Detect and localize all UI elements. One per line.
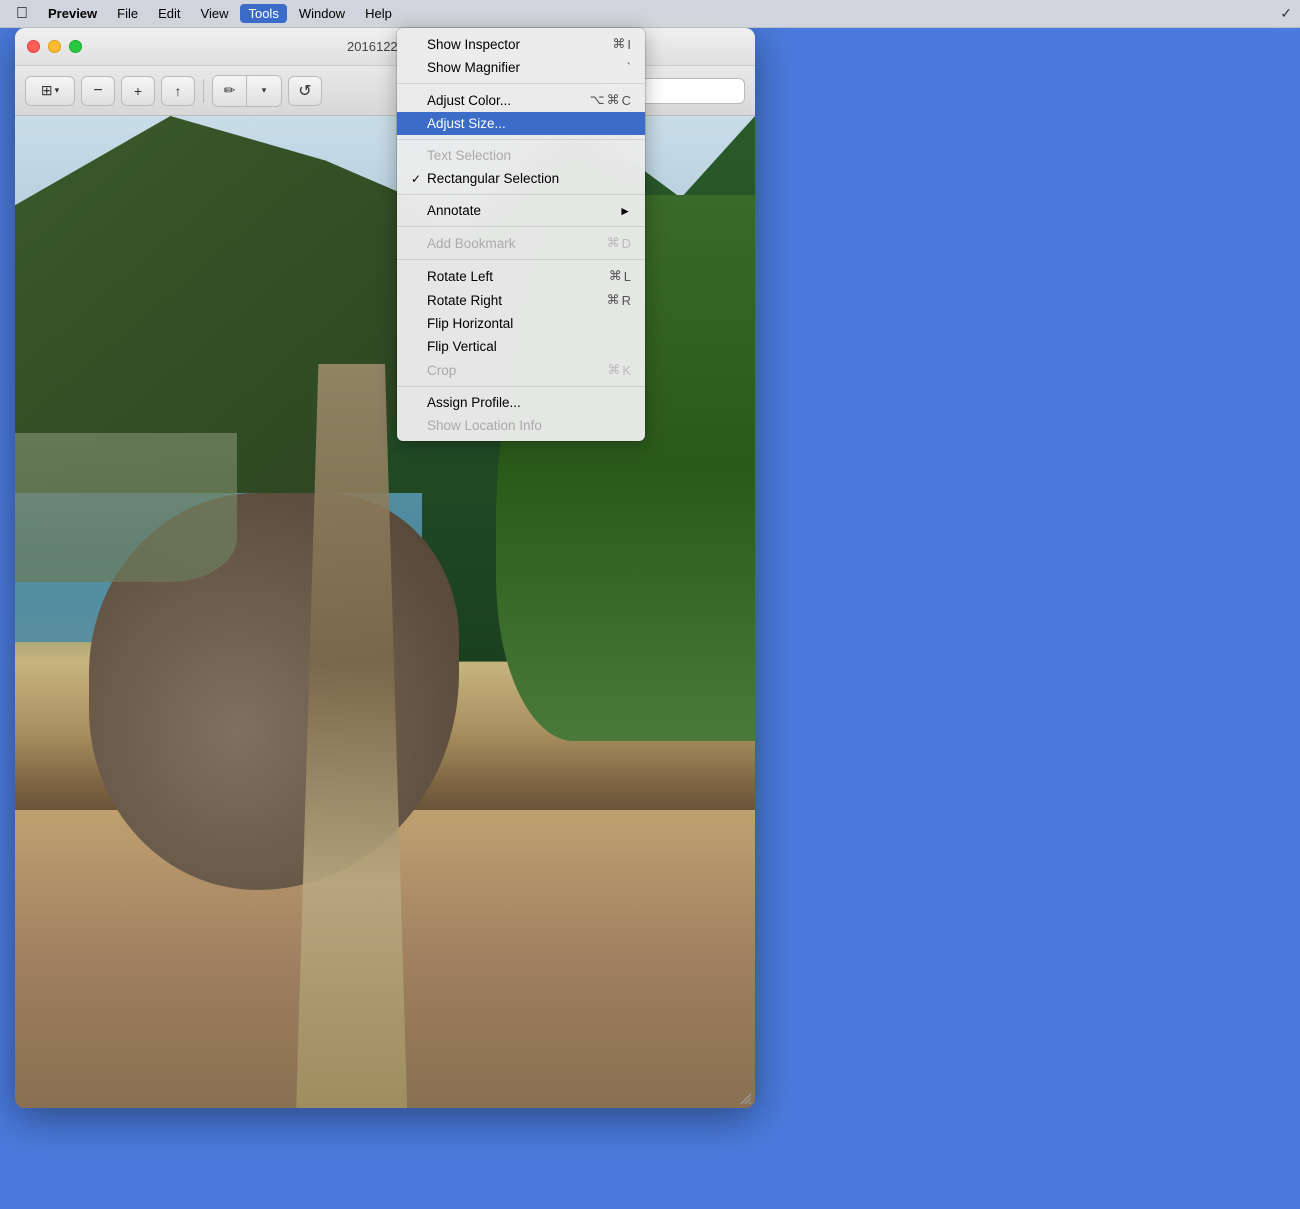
close-button[interactable]: [27, 40, 40, 53]
apple-menu[interactable]: : [8, 3, 36, 25]
menu-item-flip-vertical[interactable]: Flip Vertical: [397, 335, 645, 358]
zoom-in-icon: +: [134, 83, 142, 99]
maximize-button[interactable]: [69, 40, 82, 53]
cmd-icon-6: ⌘: [607, 362, 620, 378]
zoom-out-button[interactable]: −: [81, 76, 115, 106]
menu-label-crop: Crop: [427, 363, 456, 378]
menu-label-show-inspector: Show Inspector: [427, 37, 520, 52]
menu-shortcut-crop: ⌘K: [607, 362, 631, 378]
rotate-button[interactable]: ↺: [288, 76, 322, 106]
menu-item-annotate[interactable]: Annotate ►: [397, 199, 645, 222]
menu-label-rotate-right: Rotate Right: [427, 293, 502, 308]
menu-shortcut-add-bookmark: ⌘D: [607, 235, 631, 251]
rotate-icon: ↺: [298, 81, 311, 101]
menu-shortcut-rotate-right: ⌘R: [607, 292, 631, 308]
menu-item-show-location-info: Show Location Info: [397, 414, 645, 437]
menu-label-add-bookmark: Add Bookmark: [427, 236, 516, 251]
cmd-icon: ⌘: [612, 36, 625, 52]
menu-item-rotate-right[interactable]: Rotate Right ⌘R: [397, 288, 645, 312]
menu-label-rectangular-selection: Rectangular Selection: [427, 171, 559, 186]
menubar-view[interactable]: View: [193, 4, 237, 23]
menu-label-text-selection: Text Selection: [427, 148, 511, 163]
menu-label-show-location-info: Show Location Info: [427, 418, 542, 433]
menu-item-text-selection: Text Selection: [397, 144, 645, 167]
menu-separator-1: [397, 83, 645, 84]
menubar-window[interactable]: Window: [291, 4, 353, 23]
toolbar-divider: [203, 79, 204, 103]
menu-item-show-magnifier[interactable]: Show Magnifier `: [397, 56, 645, 79]
menu-checkmark-rectangular-selection: ✓: [411, 172, 425, 186]
share-button[interactable]: ↑: [161, 76, 195, 106]
minimize-button[interactable]: [48, 40, 61, 53]
menu-item-add-bookmark: Add Bookmark ⌘D: [397, 231, 645, 255]
menu-label-show-magnifier: Show Magnifier: [427, 60, 520, 75]
cmd-icon-5: ⌘: [607, 292, 620, 308]
menu-item-show-inspector[interactable]: Show Inspector ⌘I: [397, 32, 645, 56]
village-layer: [15, 433, 237, 582]
resize-handle[interactable]: [737, 1090, 751, 1104]
menubar-preview[interactable]: Preview: [40, 4, 105, 23]
menubar-file[interactable]: File: [109, 4, 146, 23]
menu-item-adjust-size[interactable]: Adjust Size...: [397, 112, 645, 135]
menu-shortcut-show-inspector: ⌘I: [612, 36, 631, 52]
pen-dropdown-button[interactable]: ▾: [247, 76, 281, 106]
menu-label-assign-profile: Assign Profile...: [427, 395, 521, 410]
pen-button[interactable]: ✏: [213, 76, 247, 106]
cmd-icon-3: ⌘: [607, 235, 620, 251]
tools-dropdown-menu: Show Inspector ⌘I Show Magnifier ` Adjus…: [397, 28, 645, 441]
menu-item-adjust-color[interactable]: Adjust Color... ⌥⌘C: [397, 88, 645, 112]
menu-label-flip-horizontal: Flip Horizontal: [427, 316, 513, 331]
menu-label-flip-vertical: Flip Vertical: [427, 339, 497, 354]
menu-item-rotate-left[interactable]: Rotate Left ⌘L: [397, 264, 645, 288]
traffic-lights: [27, 40, 82, 53]
menu-label-rotate-left: Rotate Left: [427, 269, 493, 284]
view-mode-button[interactable]: ⊞ ▾: [25, 76, 75, 106]
menu-item-flip-horizontal[interactable]: Flip Horizontal: [397, 312, 645, 335]
menu-separator-4: [397, 226, 645, 227]
menu-label-adjust-size: Adjust Size...: [427, 116, 506, 131]
menu-item-crop: Crop ⌘K: [397, 358, 645, 382]
menu-label-annotate: Annotate: [427, 203, 481, 218]
menubar:  Preview File Edit View Tools Window He…: [0, 0, 1300, 28]
menubar-right: ✓: [1280, 5, 1292, 22]
view-mode-icon: ⊞: [41, 82, 53, 99]
menubar-tools[interactable]: Tools: [240, 4, 286, 23]
menu-shortcut-rotate-left: ⌘L: [609, 268, 631, 284]
submenu-arrow-icon: ►: [619, 204, 631, 218]
resize-icon: [737, 1090, 751, 1104]
menu-item-rectangular-selection[interactable]: ✓ Rectangular Selection: [397, 167, 645, 190]
cmd-icon-4: ⌘: [609, 268, 622, 284]
menu-shortcut-show-magnifier: `: [627, 60, 631, 75]
menubar-help[interactable]: Help: [357, 4, 400, 23]
pen-icon: ✏: [224, 82, 236, 99]
menubar-edit[interactable]: Edit: [150, 4, 188, 23]
menu-separator-3: [397, 194, 645, 195]
menu-separator-5: [397, 259, 645, 260]
cmd-icon-2: ⌘: [607, 92, 620, 108]
menu-shortcut-adjust-color: ⌥⌘C: [590, 92, 631, 108]
share-icon: ↑: [175, 83, 182, 99]
menu-label-adjust-color: Adjust Color...: [427, 93, 511, 108]
option-icon: ⌥: [590, 92, 605, 108]
view-mode-chevron-icon: ▾: [55, 85, 60, 96]
zoom-in-button[interactable]: +: [121, 76, 155, 106]
zoom-out-icon: −: [93, 82, 102, 100]
menu-item-assign-profile[interactable]: Assign Profile...: [397, 391, 645, 414]
menu-separator-2: [397, 139, 645, 140]
status-checkmark-icon: ✓: [1280, 5, 1292, 22]
pen-button-group: ✏ ▾: [212, 75, 282, 107]
menu-separator-6: [397, 386, 645, 387]
pen-dropdown-chevron-icon: ▾: [262, 85, 267, 96]
